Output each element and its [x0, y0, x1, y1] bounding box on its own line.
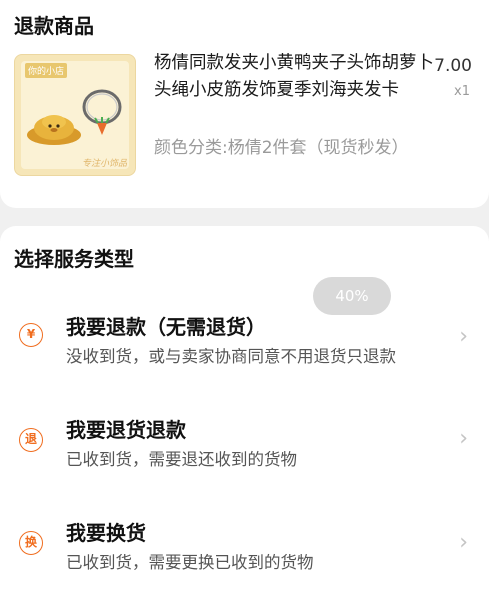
section-title-service-type: 选择服务类型	[14, 247, 134, 271]
service-type-card: 选择服务类型 ¥ 我要退款（无需退货） 没收到货，或与卖家协商同意不用退货只退款…	[0, 226, 489, 593]
chevron-right-icon: ›	[459, 324, 468, 349]
chevron-right-icon: ›	[459, 530, 468, 555]
product-price: 7.00	[434, 56, 472, 76]
option-title: 我要换货	[66, 521, 146, 545]
refund-product-card: 退款商品 你的小店 专注小饰品 杨倩同款发夹小黄鸭夹子头饰胡萝卜头绳小皮筋发饰夏…	[0, 0, 489, 208]
section-title-refund-product: 退款商品	[14, 14, 94, 38]
return-icon: 退	[19, 428, 43, 452]
hair-tie-icon	[82, 89, 122, 135]
product-thumbnail[interactable]: 你的小店 专注小饰品	[14, 54, 136, 176]
refund-icon: ¥	[19, 323, 43, 347]
exchange-icon: 换	[19, 531, 43, 555]
thumbnail-brand-tag: 你的小店	[25, 63, 68, 78]
option-description: 已收到货，需要退还收到的货物	[66, 450, 297, 469]
thumbnail-watermark: 专注小饰品	[81, 159, 127, 169]
duck-clip-icon	[27, 115, 81, 145]
product-title[interactable]: 杨倩同款发夹小黄鸭夹子头饰胡萝卜头绳小皮筋发饰夏季刘海夹发卡	[154, 50, 436, 104]
option-title: 我要退货退款	[66, 418, 186, 442]
option-title: 我要退款（无需退货）	[66, 315, 266, 339]
option-return-refund[interactable]: 退 我要退货退款 已收到货，需要退还收到的货物 ›	[0, 392, 489, 488]
progress-badge: 40%	[313, 277, 391, 315]
chevron-right-icon: ›	[459, 426, 468, 451]
option-description: 没收到货，或与卖家协商同意不用退货只退款	[66, 347, 396, 366]
product-quantity: x1	[454, 84, 470, 99]
option-description: 已收到货，需要更换已收到的货物	[66, 553, 314, 572]
option-refund-only[interactable]: ¥ 我要退款（无需退货） 没收到货，或与卖家协商同意不用退货只退款 ›	[0, 289, 489, 385]
product-sku: 颜色分类:杨倩2件套（现货秒发）	[154, 138, 409, 158]
option-exchange[interactable]: 换 我要换货 已收到货，需要更换已收到的货物 ›	[0, 495, 489, 591]
